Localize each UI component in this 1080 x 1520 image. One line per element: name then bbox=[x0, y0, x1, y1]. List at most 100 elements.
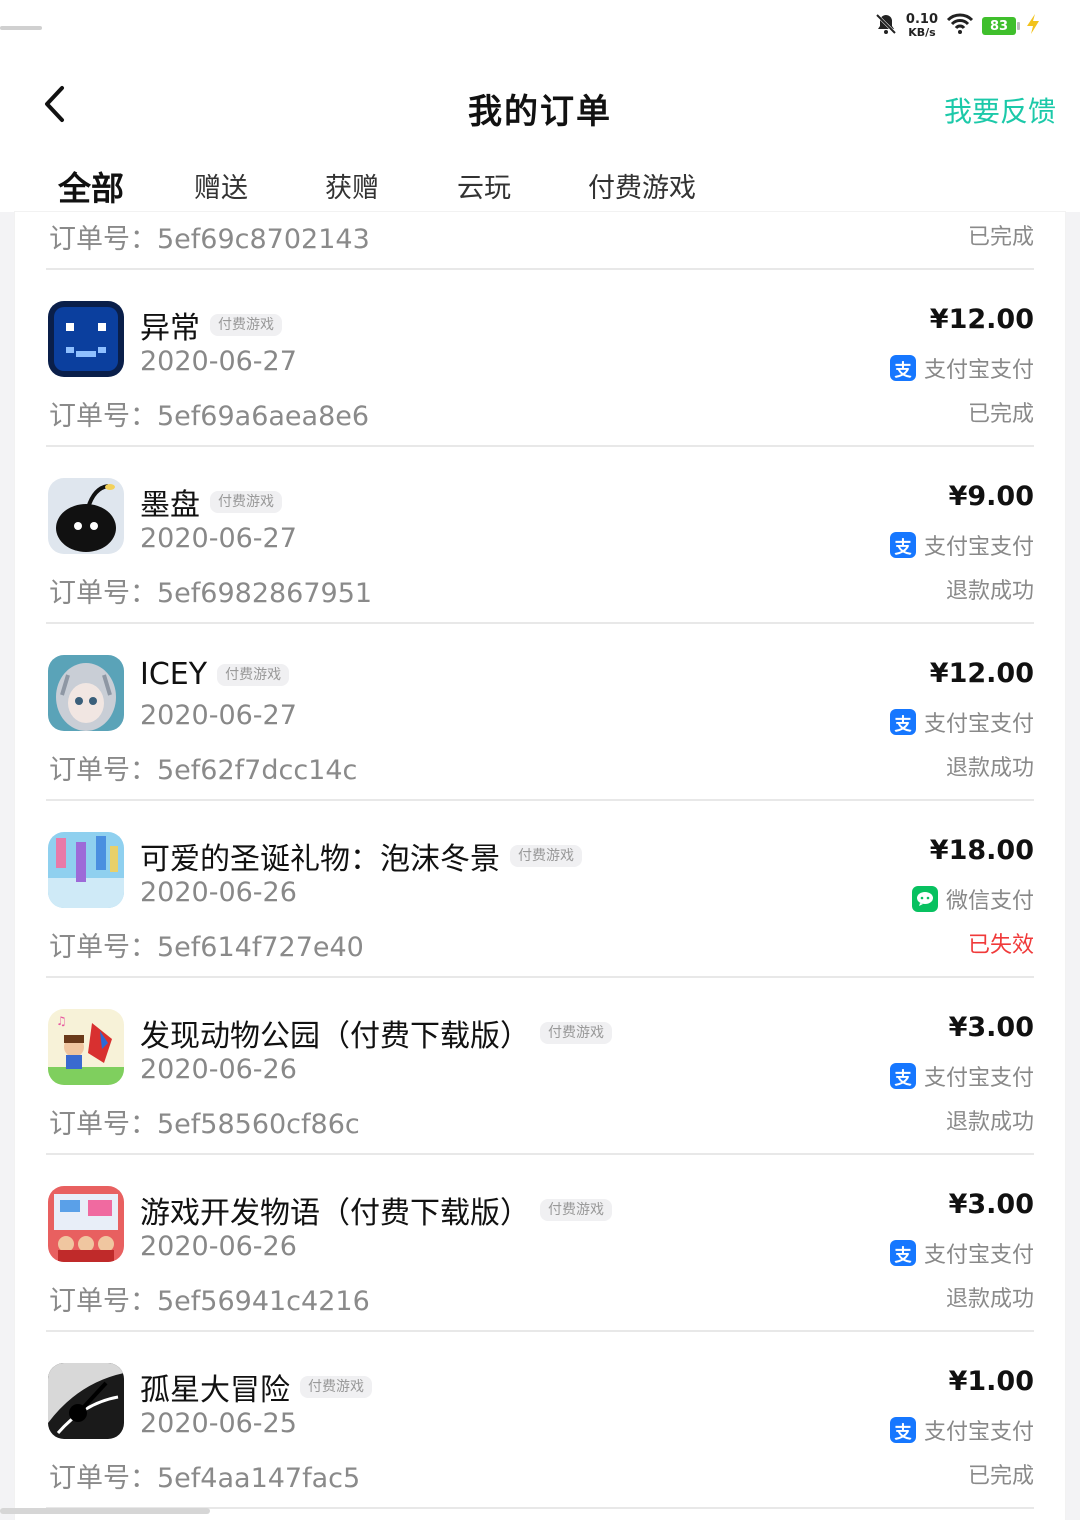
tab-gift-received[interactable]: 获赠 bbox=[325, 166, 379, 205]
order-price: ¥1.00 bbox=[948, 1366, 1034, 1397]
order-price: ¥12.00 bbox=[929, 658, 1034, 689]
order-status: 退款成功 bbox=[945, 579, 1034, 604]
alipay-icon: 支 bbox=[889, 1417, 916, 1443]
payment-method-label: 支付宝支付 bbox=[923, 1420, 1034, 1445]
payment-method: 微信支付 bbox=[911, 883, 1034, 915]
tab-all[interactable]: 全部 bbox=[56, 162, 126, 210]
order-date: 2020-06-26 bbox=[140, 1054, 297, 1085]
order-item[interactable]: 异常 付费游戏 2020-06-27 订单号：5ef69a6aea8e6 ¥12… bbox=[46, 270, 1034, 447]
order-status: 退款成功 bbox=[945, 1110, 1034, 1135]
order-number-value: 5ef69c8702143 bbox=[157, 224, 370, 255]
svg-text:♫: ♫ bbox=[56, 1014, 67, 1028]
payment-method-label: 支付宝支付 bbox=[923, 358, 1034, 383]
payment-method-label: 支付宝支付 bbox=[923, 1066, 1034, 1091]
tab-gift-sent[interactable]: 赠送 bbox=[194, 166, 248, 205]
tab-label: 全部 bbox=[58, 169, 124, 208]
order-number-label: 订单号： bbox=[49, 401, 157, 432]
payment-method-label: 支付宝支付 bbox=[923, 535, 1034, 560]
game-icon-lone-star bbox=[48, 1363, 124, 1439]
game-icon-icey bbox=[48, 655, 124, 731]
net-speed: 0.10 KB/s bbox=[906, 13, 938, 39]
game-title: 墨盘 bbox=[140, 488, 200, 523]
order-item[interactable]: 可爱的圣诞礼物：泡沫冬景 付费游戏 2020-06-26 订单号：5ef614f… bbox=[46, 801, 1034, 978]
order-status: 退款成功 bbox=[945, 1287, 1034, 1312]
order-date: 2020-06-25 bbox=[140, 1408, 297, 1439]
game-icon-yichang bbox=[48, 301, 124, 377]
order-item-partial[interactable]: 订单号：5ef69c8702143 已完成 bbox=[46, 212, 1034, 270]
order-price: ¥9.00 bbox=[948, 481, 1034, 512]
page-background bbox=[1065, 212, 1080, 1520]
tag-paid-game: 付费游戏 bbox=[510, 845, 582, 867]
tag-paid-game: 付费游戏 bbox=[540, 1199, 612, 1221]
order-item[interactable]: 游戏开发物语（付费下载版） 付费游戏 2020-06-26 订单号：5ef569… bbox=[46, 1155, 1034, 1332]
home-indicator bbox=[0, 1508, 210, 1514]
battery-icon: 83 bbox=[982, 17, 1020, 35]
header: 我的订单 我要反馈 bbox=[0, 70, 1080, 146]
order-number-label: 订单号： bbox=[49, 1109, 157, 1140]
game-icon-mopan bbox=[48, 478, 124, 554]
order-date: 2020-06-27 bbox=[140, 700, 297, 731]
game-title: 可爱的圣诞礼物：泡沫冬景 bbox=[140, 842, 500, 877]
tag-paid-game: 付费游戏 bbox=[217, 663, 290, 686]
order-list[interactable]: 订单号：5ef69c8702143 已完成 异常 付费游戏 2020-06-27… bbox=[15, 212, 1065, 1520]
order-number-label: 订单号： bbox=[49, 932, 157, 963]
order-number: 订单号：5ef69c8702143 bbox=[49, 217, 370, 256]
wechat-pay-icon bbox=[911, 886, 938, 912]
alipay-icon: 支 bbox=[889, 532, 916, 558]
game-title: 游戏开发物语（付费下载版） bbox=[140, 1196, 530, 1231]
net-speed-value: 0.10 bbox=[905, 12, 938, 27]
order-number-value: 5ef62f7dcc14c bbox=[157, 755, 358, 786]
page-background bbox=[0, 212, 15, 1520]
game-icon-christmas-gift bbox=[48, 832, 124, 908]
payment-method: 支 支付宝支付 bbox=[889, 1414, 1034, 1446]
order-price: ¥12.00 bbox=[929, 304, 1034, 335]
game-name: 孤星大冒险 付费游戏 bbox=[140, 1365, 372, 1409]
mute-bell-icon bbox=[874, 12, 898, 40]
tab-cloud-play[interactable]: 云玩 bbox=[457, 166, 511, 205]
order-number: 订单号：5ef58560cf86c bbox=[49, 1102, 360, 1141]
order-item[interactable]: 墨盘 付费游戏 2020-06-27 订单号：5ef6982867951 ¥9.… bbox=[46, 447, 1034, 624]
charging-icon bbox=[1024, 13, 1042, 39]
order-date: 2020-06-27 bbox=[140, 523, 297, 554]
game-name: 墨盘 付费游戏 bbox=[140, 480, 282, 524]
order-number-value: 5ef58560cf86c bbox=[157, 1109, 360, 1140]
game-name: 可爱的圣诞礼物：泡沫冬景 付费游戏 bbox=[140, 834, 582, 878]
alipay-icon: 支 bbox=[889, 1063, 916, 1089]
tag-paid-game: 付费游戏 bbox=[210, 314, 282, 336]
order-status: 已完成 bbox=[967, 402, 1034, 427]
tab-paid-games[interactable]: 付费游戏 bbox=[588, 166, 696, 205]
payment-method-label: 微信支付 bbox=[945, 889, 1034, 914]
tag-paid-game: 付费游戏 bbox=[540, 1022, 612, 1044]
order-number-label: 订单号： bbox=[49, 755, 157, 786]
order-item[interactable]: ♫ 发现动物公园（付费下载版） 付费游戏 2020-06-26 订单号：5ef5… bbox=[46, 978, 1034, 1155]
feedback-button[interactable]: 我要反馈 bbox=[944, 90, 1056, 130]
payment-method-label: 支付宝支付 bbox=[923, 1243, 1034, 1268]
game-icon-game-dev-story bbox=[48, 1186, 124, 1262]
order-price: ¥3.00 bbox=[948, 1189, 1034, 1220]
net-speed-unit: KB/s bbox=[908, 26, 936, 39]
order-number-label: 订单号： bbox=[49, 1286, 157, 1317]
game-title: 异常 bbox=[140, 311, 200, 346]
order-item[interactable]: ICEY 付费游戏 2020-06-27 订单号：5ef62f7dcc14c ¥… bbox=[46, 624, 1034, 801]
order-status: 已失效 bbox=[967, 933, 1034, 958]
status-bar: 0.10 KB/s 83 bbox=[0, 0, 1080, 56]
order-item[interactable]: 孤星大冒险 付费游戏 2020-06-25 订单号：5ef4aa147fac5 … bbox=[46, 1332, 1034, 1509]
payment-method: 支 支付宝支付 bbox=[889, 706, 1034, 738]
order-number: 订单号：5ef69a6aea8e6 bbox=[49, 394, 369, 433]
payment-method: 支 支付宝支付 bbox=[889, 1060, 1034, 1092]
order-number: 订单号：5ef56941c4216 bbox=[49, 1279, 370, 1318]
order-number: 订单号：5ef4aa147fac5 bbox=[49, 1456, 360, 1495]
game-title: 孤星大冒险 bbox=[140, 1373, 290, 1408]
order-price: ¥3.00 bbox=[948, 1012, 1034, 1043]
payment-method: 支 支付宝支付 bbox=[889, 1237, 1034, 1269]
game-name: 游戏开发物语（付费下载版） 付费游戏 bbox=[140, 1188, 612, 1232]
order-number-value: 5ef69a6aea8e6 bbox=[157, 401, 370, 432]
tab-bar: 全部 赠送 获赠 云玩 付费游戏 bbox=[0, 160, 1080, 214]
payment-method-label: 支付宝支付 bbox=[923, 712, 1034, 737]
order-number: 订单号：5ef614f727e40 bbox=[49, 925, 364, 964]
game-icon-animal-park: ♫ bbox=[48, 1009, 124, 1085]
order-status: 已完成 bbox=[967, 1464, 1034, 1489]
order-number-value: 5ef56941c4216 bbox=[157, 1286, 370, 1317]
game-name: 异常 付费游戏 bbox=[140, 303, 282, 347]
game-title: ICEY bbox=[140, 657, 208, 692]
